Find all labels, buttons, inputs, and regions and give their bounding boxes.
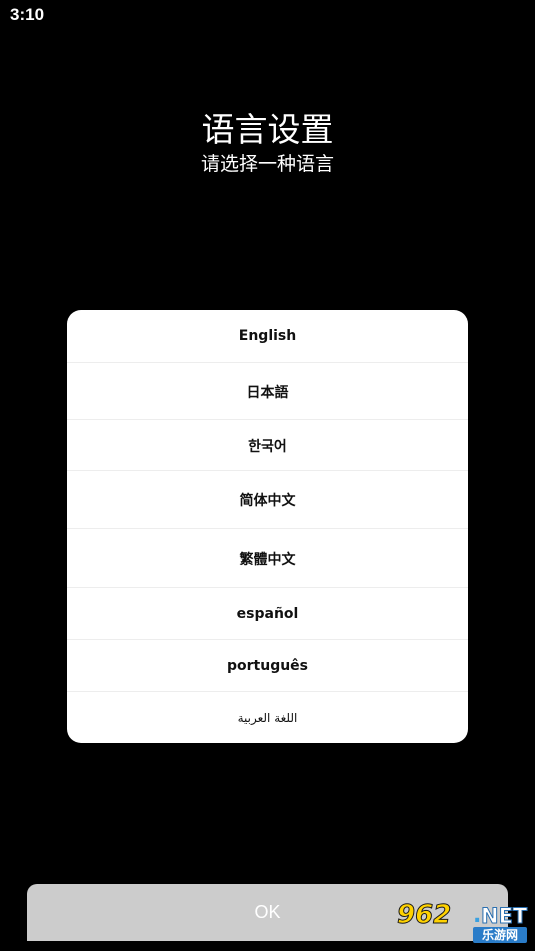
language-option-arabic[interactable]: اللغة العربية bbox=[67, 691, 468, 743]
language-option-korean[interactable]: 한국어 bbox=[67, 419, 468, 471]
status-time: 3:10 bbox=[10, 5, 45, 24]
language-option-portuguese[interactable]: português bbox=[67, 639, 468, 692]
page-subtitle: 请选择一种语言 bbox=[200, 153, 334, 175]
language-option-english[interactable]: English bbox=[67, 310, 468, 362]
watermark-site-name: 乐游网 bbox=[473, 927, 527, 943]
language-option-traditional-chinese[interactable]: 繁體中文 bbox=[67, 528, 468, 588]
site-watermark-logo: 962 . NET 乐游网 bbox=[395, 900, 531, 946]
language-option-japanese[interactable]: 日本語 bbox=[67, 362, 468, 420]
page-title: 语言设置 bbox=[201, 110, 334, 149]
language-option-spanish[interactable]: español bbox=[67, 587, 468, 640]
watermark-number: 962 bbox=[396, 900, 452, 931]
status-bar: 3:10 bbox=[0, 0, 535, 30]
watermark-domain: NET bbox=[480, 904, 528, 929]
language-option-simplified-chinese[interactable]: 简体中文 bbox=[67, 470, 468, 529]
watermark-main: 962 . NET bbox=[395, 900, 531, 931]
language-list: English 日本語 한국어 简体中文 繁體中文 español portug… bbox=[67, 310, 468, 743]
